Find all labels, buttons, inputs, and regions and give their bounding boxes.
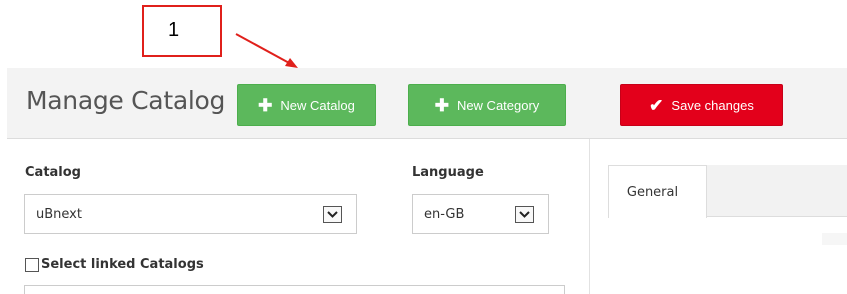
save-changes-label: Save changes bbox=[671, 97, 754, 113]
language-label: Language bbox=[412, 165, 484, 180]
plus-icon: ✚ bbox=[434, 95, 449, 115]
chevron-down-icon[interactable] bbox=[323, 205, 342, 223]
new-category-button[interactable]: ✚ New Category bbox=[408, 84, 566, 126]
annotation-callout-box: 1 bbox=[142, 5, 222, 57]
catalog-label: Catalog bbox=[25, 165, 81, 180]
linked-catalogs-label: Select linked Catalogs bbox=[41, 257, 204, 272]
page-title: Manage Catalog bbox=[26, 86, 226, 115]
language-select-value: en-GB bbox=[424, 206, 465, 222]
linked-catalogs-row: Select linked Catalogs bbox=[25, 257, 204, 272]
annotation-number: 1 bbox=[168, 19, 180, 41]
header-bar: Manage Catalog ✚ New Catalog ✚ New Categ… bbox=[7, 68, 847, 139]
new-catalog-button[interactable]: ✚ New Catalog bbox=[237, 84, 376, 126]
catalog-select-value: uBnext bbox=[36, 206, 82, 222]
linked-catalogs-checkbox[interactable] bbox=[25, 257, 39, 272]
checkmark-icon: ✔ bbox=[649, 95, 664, 115]
linked-catalogs-input[interactable] bbox=[24, 285, 565, 294]
save-changes-button[interactable]: ✔ Save changes bbox=[620, 84, 783, 126]
chevron-down-icon[interactable] bbox=[515, 205, 534, 223]
panel-divider bbox=[822, 233, 847, 245]
plus-icon: ✚ bbox=[258, 95, 273, 115]
language-select[interactable]: en-GB bbox=[412, 194, 549, 234]
new-category-label: New Category bbox=[456, 97, 540, 113]
catalog-select[interactable]: uBnext bbox=[24, 194, 357, 234]
tab-general[interactable]: General bbox=[608, 165, 707, 218]
new-catalog-label: New Catalog bbox=[280, 97, 355, 113]
